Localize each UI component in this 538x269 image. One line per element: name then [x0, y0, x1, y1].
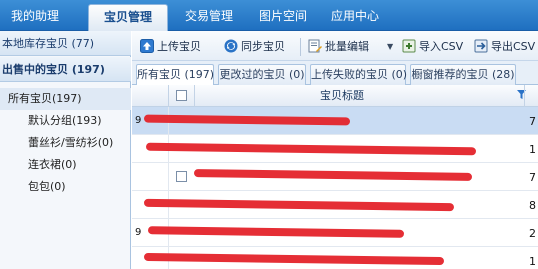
- redacted-title: [147, 226, 405, 238]
- table-row[interactable]: 8: [132, 191, 538, 219]
- row-value: 8: [529, 199, 536, 212]
- sync-icon: [224, 39, 238, 53]
- redacted-title: [193, 169, 473, 181]
- column-divider: [168, 85, 169, 107]
- import-csv-label: 导入CSV: [419, 40, 464, 53]
- top-nav: 我的助理 宝贝管理 交易管理 图片空间 应用中心: [0, 0, 538, 31]
- item-table: 宝贝标题 9 7 1 7 8 9 2 1: [132, 85, 538, 269]
- tab-app-center[interactable]: 应用中心: [322, 4, 388, 31]
- row-index: 9: [135, 115, 142, 126]
- batch-edit-button[interactable]: 批量编辑: [308, 38, 369, 56]
- tab-upload-failed[interactable]: 上传失败的宝贝 (0): [310, 64, 407, 85]
- sync-label: 同步宝贝: [241, 40, 285, 53]
- upload-label: 上传宝贝: [157, 40, 201, 53]
- tab-item-management[interactable]: 宝贝管理: [88, 4, 168, 31]
- import-csv-button[interactable]: 导入CSV: [402, 38, 463, 56]
- tree-node-dresses[interactable]: 连衣裙(0): [0, 154, 131, 176]
- sidebar: 本地库存宝贝 (77) 出售中的宝贝 (197) 所有宝贝(197) 默认分组(…: [0, 31, 131, 269]
- tab-my-assistant[interactable]: 我的助理: [6, 4, 64, 31]
- row-value: 1: [529, 255, 536, 268]
- table-row[interactable]: 7: [132, 163, 538, 191]
- tab-trade-management[interactable]: 交易管理: [176, 4, 242, 31]
- redacted-title: [143, 252, 445, 266]
- row-value: 7: [529, 115, 536, 128]
- local-inventory-header[interactable]: 本地库存宝贝 (77): [0, 31, 131, 56]
- selling-items-header[interactable]: 出售中的宝贝 (197): [0, 57, 131, 82]
- export-csv-button[interactable]: 导出CSV: [474, 38, 535, 56]
- batch-edit-dropdown[interactable]: ▼: [387, 38, 393, 56]
- batch-edit-icon: [308, 39, 322, 53]
- toolbar: 上传宝贝 同步宝贝 批量编辑 ▼ 导入CSV 导出CSV: [132, 31, 538, 61]
- export-csv-icon: [474, 39, 488, 53]
- filter-icon[interactable]: [517, 85, 529, 107]
- table-row[interactable]: 9 7: [132, 107, 538, 135]
- tree-node-default-group[interactable]: 默认分组(193): [0, 110, 131, 132]
- table-row[interactable]: 9 2: [132, 219, 538, 247]
- row-value: 7: [529, 171, 536, 184]
- row-index: 9: [135, 227, 142, 238]
- chevron-down-icon: ▼: [387, 42, 394, 51]
- item-filter-tabs: 所有宝贝 (197) 更改过的宝贝 (0) 上传失败的宝贝 (0) 橱窗推荐的宝…: [132, 61, 538, 86]
- tab-window-recommended[interactable]: 橱窗推荐的宝贝 (28): [410, 64, 516, 85]
- export-csv-label: 导出CSV: [491, 40, 536, 53]
- table-row[interactable]: 1: [132, 135, 538, 163]
- table-row[interactable]: 1: [132, 247, 538, 269]
- column-header-title[interactable]: 宝贝标题: [302, 85, 382, 107]
- tab-picture-space[interactable]: 图片空间: [250, 4, 316, 31]
- row-value: 2: [529, 227, 536, 240]
- redacted-title: [143, 114, 351, 126]
- column-divider: [524, 85, 525, 107]
- tab-modified-items[interactable]: 更改过的宝贝 (0): [218, 64, 306, 85]
- row-value: 1: [529, 143, 536, 156]
- redacted-title: [145, 142, 477, 156]
- tree-node-all-items[interactable]: 所有宝贝(197): [0, 88, 131, 110]
- redacted-title: [143, 198, 455, 212]
- import-csv-icon: [402, 39, 416, 53]
- row-checkbox[interactable]: [176, 171, 187, 182]
- cell-divider: [168, 163, 169, 191]
- select-all-checkbox[interactable]: [176, 90, 187, 101]
- upload-icon: [140, 39, 154, 53]
- table-header: 宝贝标题: [132, 85, 538, 107]
- main-panel: 上传宝贝 同步宝贝 批量编辑 ▼ 导入CSV 导出CSV 所有宝贝 (197) …: [132, 31, 538, 269]
- sync-button[interactable]: 同步宝贝: [224, 38, 285, 56]
- toolbar-divider: [300, 38, 301, 56]
- column-divider: [194, 85, 195, 107]
- batch-edit-label: 批量编辑: [325, 40, 369, 53]
- tab-all-items[interactable]: 所有宝贝 (197): [136, 64, 214, 86]
- upload-button[interactable]: 上传宝贝: [140, 38, 201, 56]
- category-tree: 所有宝贝(197) 默认分组(193) 蕾丝衫/雪纺衫(0) 连衣裙(0) 包包…: [0, 88, 131, 198]
- tree-node-lace-chiffon[interactable]: 蕾丝衫/雪纺衫(0): [0, 132, 131, 154]
- tree-node-bags[interactable]: 包包(0): [0, 176, 131, 198]
